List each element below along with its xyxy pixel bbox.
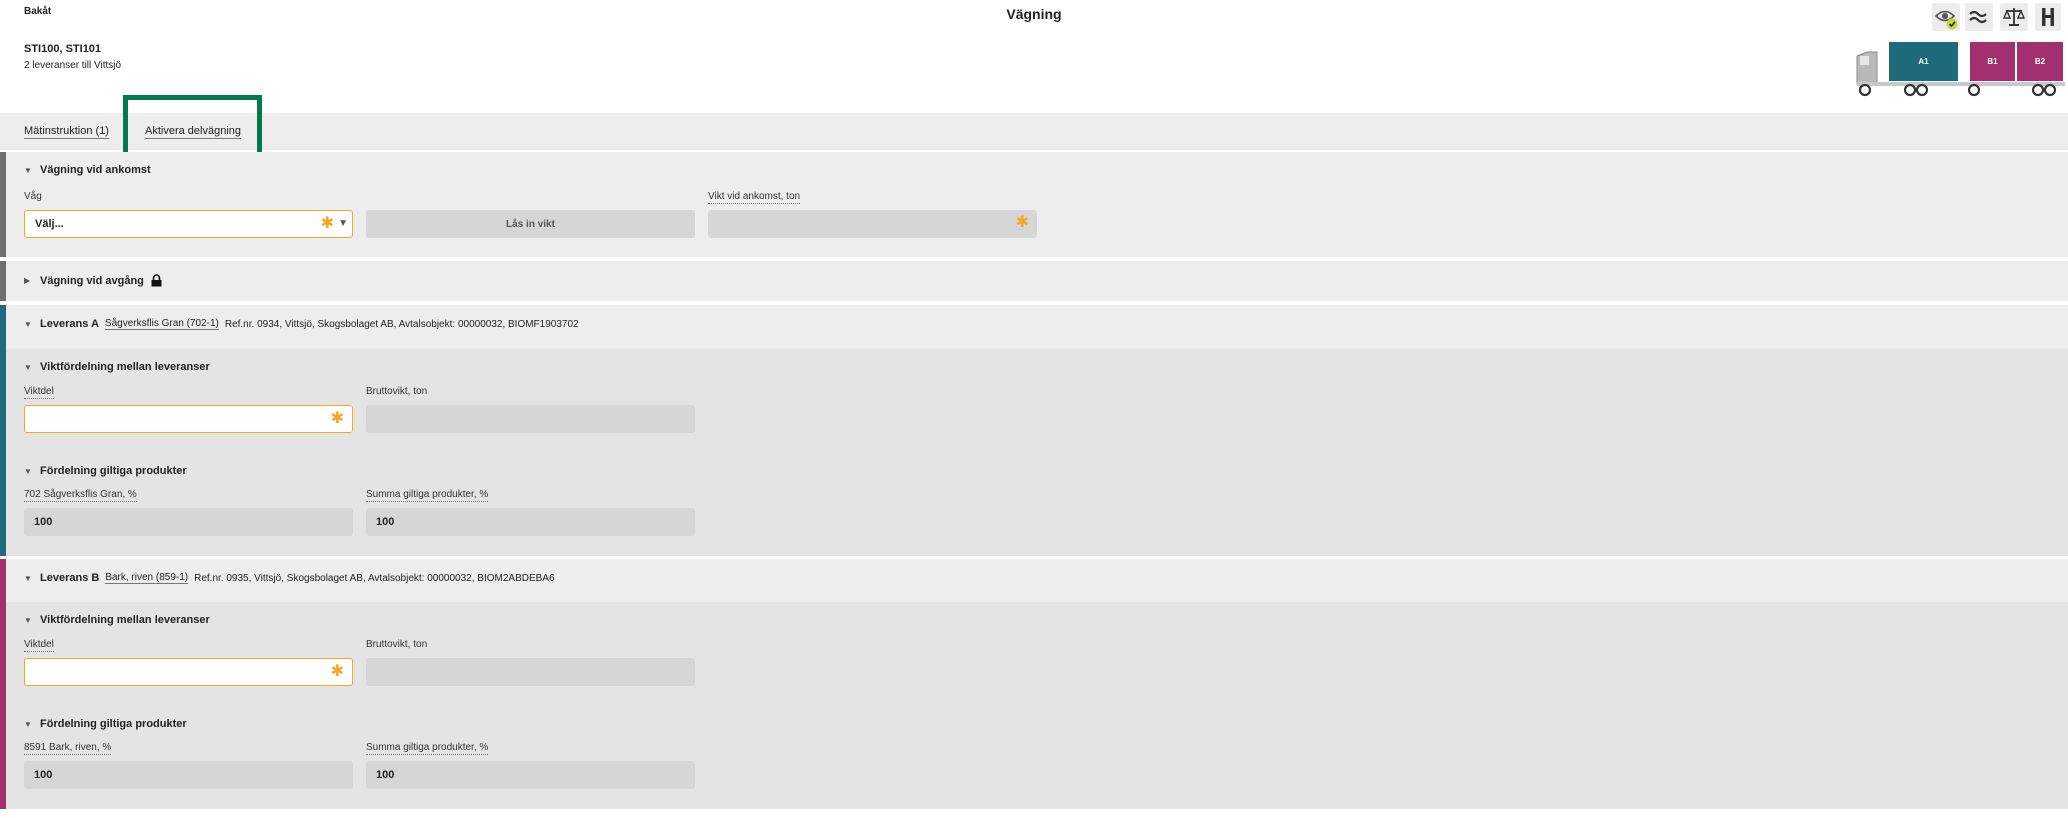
delivery-a-sum-value: 100 — [376, 516, 395, 528]
expand-triangle-icon: ▼ — [24, 573, 32, 583]
expand-triangle-icon: ▼ — [24, 362, 32, 372]
delivery-b-products-heading[interactable]: ▼ Fördelning giltiga produkter — [24, 718, 187, 730]
delivery-a-details: Ref.nr. 0934, Vittsjö, Skogsbolaget AB, … — [224, 318, 579, 330]
scale-label: Våg — [24, 191, 42, 202]
delivery-a-weight-heading-label: Viktfördelning mellan leveranser — [40, 361, 210, 373]
delivery-b-weight-heading-label: Viktfördelning mellan leveranser — [40, 614, 210, 626]
delivery-b-sum-label: Summa giltiga produkter, % — [366, 742, 489, 755]
delivery-b-weight-heading[interactable]: ▼ Viktfördelning mellan leveranser — [24, 614, 210, 626]
delivery-b-name: Leverans B — [40, 572, 100, 584]
vehicle-ids: STI100, STI101 — [24, 43, 102, 55]
delivery-b-products-heading-label: Fördelning giltiga produkter — [40, 718, 187, 730]
delivery-b-stripe — [0, 559, 6, 809]
delivery-a-share-input[interactable]: ✱ — [24, 405, 353, 433]
delivery-a-stripe — [0, 305, 6, 556]
delivery-b-product-link[interactable]: Bark, riven (859-1) — [105, 572, 189, 584]
tab-bar: Mätinstruktion (1) Aktivera delvägning — [0, 113, 2068, 150]
delivery-a-heading[interactable]: ▼ Leverans A Sågverksflis Gran (702-1) R… — [24, 318, 579, 330]
delivery-b-details: Ref.nr. 0935, Vittsjö, Skogsbolaget AB, … — [194, 572, 555, 584]
delivery-b-share-input[interactable]: ✱ — [24, 658, 353, 686]
expand-triangle-icon: ▼ — [24, 615, 32, 625]
delivery-a-weight-heading[interactable]: ▼ Viktfördelning mellan leveranser — [24, 361, 210, 373]
delivery-b-share-label: Viktdel — [24, 639, 54, 652]
cargo-b2: B2 — [2017, 42, 2063, 81]
cargo-b1: B1 — [1970, 42, 2015, 81]
delivery-a-product-pct-value: 100 — [34, 516, 53, 528]
required-icon: ✱ — [320, 215, 334, 232]
tab-activate-partial-weighing[interactable]: Aktivera delvägning — [145, 125, 242, 139]
delivery-b-heading[interactable]: ▼ Leverans B Bark, riven (859-1) Ref.nr.… — [24, 572, 555, 584]
required-icon: ✱ — [1015, 214, 1029, 231]
delivery-a-sum-field: 100 — [366, 508, 695, 536]
delivery-a-product-pct-field: 100 — [24, 508, 353, 536]
collapsed-triangle-icon: ▶ — [24, 276, 31, 285]
arrival-weight-label: Vikt vid ankomst, ton — [708, 191, 801, 204]
delivery-b-product-pct-field: 100 — [24, 761, 353, 789]
lock-weight-button[interactable]: Lås in vikt — [366, 210, 695, 238]
arrival-heading[interactable]: ▼ Vägning vid ankomst — [24, 164, 151, 176]
expand-triangle-icon: ▼ — [24, 319, 32, 329]
required-icon: ✱ — [330, 410, 344, 427]
back-link[interactable]: Bakåt — [24, 6, 51, 17]
arrival-heading-label: Vägning vid ankomst — [40, 164, 151, 176]
expand-triangle-icon: ▼ — [24, 466, 32, 476]
departure-weighing-section — [0, 261, 2068, 301]
departure-heading-label: Vägning vid avgång — [40, 274, 144, 287]
arrival-stripe — [0, 152, 6, 257]
delivery-b-gross-label: Bruttovikt, ton — [366, 639, 428, 650]
scale-icon[interactable] — [2000, 3, 2028, 31]
departure-heading[interactable]: ▶ Vägning vid avgång — [24, 274, 163, 287]
delivery-a-products-heading[interactable]: ▼ Fördelning giltiga produkter — [24, 465, 187, 477]
delivery-count: 2 leveranser till Vittsjö — [24, 60, 122, 71]
scale-select-value: Välj... — [35, 218, 64, 230]
arrival-weighing-section — [0, 152, 2068, 257]
expand-triangle-icon: ▼ — [24, 719, 32, 729]
tab-measurement-instruction[interactable]: Mätinstruktion (1) — [24, 125, 109, 139]
grip-icon[interactable] — [2035, 3, 2061, 31]
delivery-b-sum-value: 100 — [376, 769, 395, 781]
delivery-a-gross-field — [366, 405, 695, 433]
delivery-a-name: Leverans A — [40, 318, 99, 330]
eye-check-icon[interactable] — [1932, 3, 1960, 31]
departure-stripe — [0, 261, 6, 301]
delivery-b-sum-field: 100 — [366, 761, 695, 789]
cargo-a1: A1 — [1889, 42, 1958, 81]
delivery-a-sum-label: Summa giltiga produkter, % — [366, 489, 489, 502]
page-title: Vägning — [1006, 6, 1062, 22]
required-icon: ✱ — [330, 663, 344, 680]
scale-select[interactable]: Välj... ✱ ▼ — [24, 210, 353, 238]
delivery-b-product-pct-label: 8591 Bark, riven, % — [24, 742, 112, 755]
arrival-weight-field[interactable]: ✱ — [708, 210, 1037, 238]
delivery-b-gross-field — [366, 658, 695, 686]
lock-icon — [150, 274, 163, 287]
delivery-b-product-pct-value: 100 — [34, 769, 53, 781]
delivery-a-product-link[interactable]: Sågverksflis Gran (702-1) — [104, 318, 219, 330]
delivery-a-product-pct-label: 702 Sågverksflis Gran, % — [24, 489, 137, 502]
delivery-a-share-label: Viktdel — [24, 386, 54, 399]
truck-diagram: A1 B1 B2 — [1855, 40, 2067, 98]
expand-triangle-icon: ▼ — [24, 165, 32, 175]
delivery-a-gross-label: Bruttovikt, ton — [366, 386, 428, 397]
wave-icon[interactable] — [1965, 3, 1993, 31]
chevron-down-icon: ▼ — [338, 218, 348, 229]
delivery-a-products-heading-label: Fördelning giltiga produkter — [40, 465, 187, 477]
